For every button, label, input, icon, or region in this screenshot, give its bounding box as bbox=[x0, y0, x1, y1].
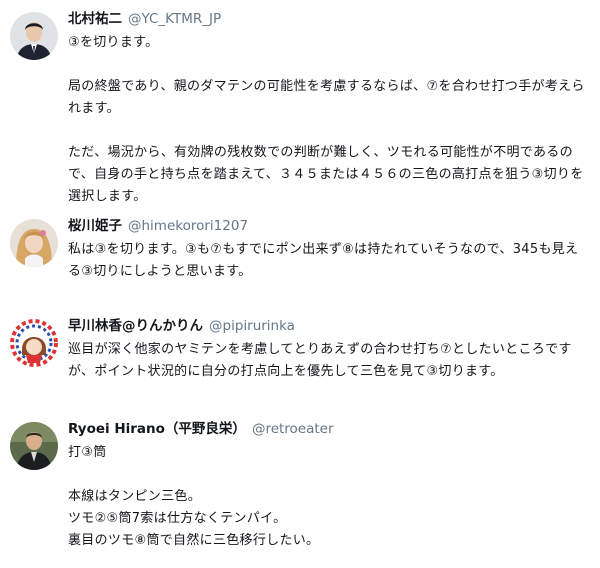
display-name[interactable]: 早川林香@りんかりん bbox=[68, 318, 203, 334]
display-name[interactable]: 桜川姫子 bbox=[68, 218, 122, 234]
tweet-text: ③を切ります。 局の終盤であり、親のダマテンの可能性を考慮するならば、⑦を合わせ… bbox=[68, 35, 585, 204]
user-handle[interactable]: @YC_KTMR_JP bbox=[128, 11, 221, 27]
tweet: Ryoei Hirano（平野良栄） @retroeater 打③筒 本線はタンピ… bbox=[0, 418, 600, 563]
tweet-header: 北村祐二 @YC_KTMR_JP bbox=[68, 8, 221, 28]
tweet-header: 桜川姫子 @himekorori1207 bbox=[68, 215, 248, 235]
anime-character-avatar[interactable] bbox=[10, 319, 58, 367]
user-handle[interactable]: @himekorori1207 bbox=[128, 218, 248, 234]
man-in-suit-avatar[interactable] bbox=[10, 12, 58, 60]
tweet-header: Ryoei Hirano（平野良栄） @retroeater bbox=[68, 418, 334, 438]
tweet-feed: 北村祐二 @YC_KTMR_JP ③を切ります。 局の終盤であり、親のダマテンの可… bbox=[0, 0, 600, 568]
tweet: 早川林香@りんかりん @pipirurinka 巡目が深く他家のヤミテンを考慮して… bbox=[0, 315, 600, 410]
display-name[interactable]: 北村祐二 bbox=[68, 11, 122, 27]
user-handle[interactable]: @retroeater bbox=[252, 421, 334, 437]
tweet-text: 私は③を切ります。③も⑦もすでにポン出来ず⑧は持たれていそうなので、345も見え… bbox=[68, 242, 579, 279]
tweet: 北村祐二 @YC_KTMR_JP ③を切ります。 局の終盤であり、親のダマテンの可… bbox=[0, 8, 600, 204]
tweet-header: 早川林香@りんかりん @pipirurinka bbox=[68, 315, 295, 335]
tweet-text: 打③筒 本線はタンピン三色。 ツモ②⑤筒7索は仕方なくテンパイ。 裏目のツモ⑧筒… bbox=[68, 445, 320, 548]
tweet-text: 巡目が深く他家のヤミテンを考慮してとりあえずの合わせ打ち⑦としたいところですが、… bbox=[68, 342, 572, 379]
woman-with-blonde-hair-avatar[interactable] bbox=[10, 219, 58, 267]
man-in-dark-suit-avatar[interactable] bbox=[10, 422, 58, 470]
tweet: 桜川姫子 @himekorori1207 私は③を切ります。③も⑦もすでにポン出来… bbox=[0, 215, 600, 295]
user-handle[interactable]: @pipirurinka bbox=[209, 318, 295, 334]
display-name[interactable]: Ryoei Hirano（平野良栄） bbox=[68, 421, 246, 437]
